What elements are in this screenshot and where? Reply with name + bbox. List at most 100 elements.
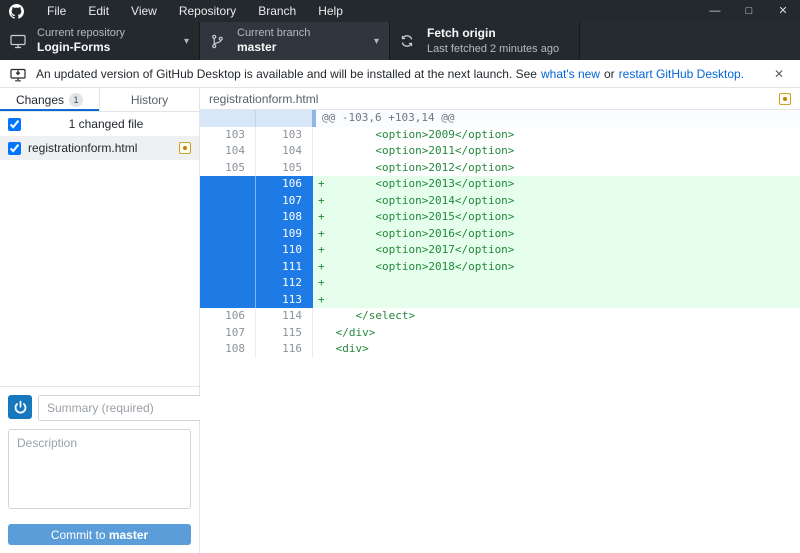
diff-marker: + xyxy=(318,259,325,273)
description-input[interactable] xyxy=(8,429,191,509)
diff-line-added[interactable]: 110 + <option>2017</option> xyxy=(200,242,800,259)
old-line-number[interactable]: 106 xyxy=(200,308,256,325)
modified-status-icon xyxy=(779,92,791,105)
menu-view[interactable]: View xyxy=(120,0,168,22)
menu-help[interactable]: Help xyxy=(307,0,354,22)
tab-label: Changes xyxy=(15,92,65,107)
code-cell: </select> xyxy=(312,308,800,325)
diff-line-added[interactable]: 112 + xyxy=(200,275,800,292)
code-cell: + <option>2018</option> xyxy=(312,258,800,275)
menu-edit[interactable]: Edit xyxy=(77,0,120,22)
code-text: <option>2017</option> xyxy=(329,243,515,256)
old-line-number[interactable] xyxy=(200,192,256,209)
old-line-number[interactable]: 103 xyxy=(200,126,256,143)
diff-line-context[interactable]: 105 105 <option>2012</option> xyxy=(200,159,800,177)
banner-conjunction: or xyxy=(603,66,615,81)
new-line-number[interactable]: 110 xyxy=(256,242,312,259)
banner-message: An updated version of GitHub Desktop is … xyxy=(36,66,537,81)
menu-file[interactable]: File xyxy=(36,0,77,22)
close-button[interactable]: ✕ xyxy=(766,0,800,22)
diff-line-added[interactable]: 108 + <option>2015</option> xyxy=(200,209,800,226)
window-controls: — □ ✕ xyxy=(698,0,800,22)
new-line-number[interactable]: 105 xyxy=(256,160,312,177)
new-line-number[interactable]: 111 xyxy=(256,258,312,275)
diff-line-added[interactable]: 113 + xyxy=(200,291,800,308)
old-line-number[interactable]: 108 xyxy=(200,341,256,358)
new-line-number[interactable]: 106 xyxy=(256,176,312,193)
new-line-number[interactable]: 115 xyxy=(256,325,312,342)
changed-file-row[interactable]: registrationform.html xyxy=(0,136,199,160)
toolbar-filler xyxy=(580,22,800,60)
diff-line-context[interactable]: 108 116 <div> xyxy=(200,341,800,358)
tab-history[interactable]: History xyxy=(100,88,199,111)
old-line-number[interactable] xyxy=(200,291,256,308)
new-line-number[interactable]: 107 xyxy=(256,192,312,209)
code-cell: + <option>2013</option> xyxy=(312,176,800,193)
old-line-number[interactable] xyxy=(200,225,256,242)
diff-line-added[interactable]: 106 + <option>2013</option> xyxy=(200,176,800,193)
old-line-number[interactable]: 105 xyxy=(200,159,256,176)
code-cell: + <option>2017</option> xyxy=(312,242,800,259)
current-branch-button[interactable]: Current branch master ▾ xyxy=(200,22,390,60)
code-text: <option>2011</option> xyxy=(329,144,515,157)
diff-line-context[interactable]: 107 115 </div> xyxy=(200,324,800,342)
code-text: <div> xyxy=(329,342,369,355)
new-line-number[interactable]: 116 xyxy=(256,341,312,358)
current-repository-button[interactable]: Current repository Login-Forms ▾ xyxy=(0,22,200,60)
chevron-down-icon: ▾ xyxy=(183,35,189,47)
new-line-number[interactable]: 108 xyxy=(256,209,312,226)
new-line-number[interactable]: 114 xyxy=(256,308,312,325)
summary-input[interactable] xyxy=(38,395,211,421)
code-cell: + <option>2015</option> xyxy=(312,209,800,226)
sync-icon xyxy=(400,34,418,48)
old-line-number[interactable]: 107 xyxy=(200,324,256,341)
new-line-number[interactable]: 104 xyxy=(256,143,312,160)
old-line-number[interactable] xyxy=(200,275,256,292)
code-text: <option>2014</option> xyxy=(329,193,515,207)
code-text: <option>2018</option> xyxy=(329,259,515,273)
sidebar-tabs: Changes 1 History xyxy=(0,88,199,112)
git-branch-icon xyxy=(210,34,228,49)
fetch-origin-button[interactable]: Fetch origin Last fetched 2 minutes ago xyxy=(390,22,580,60)
select-all-checkbox[interactable] xyxy=(8,117,21,131)
diff-line-context[interactable]: 106 114 </select> xyxy=(200,308,800,325)
tab-changes[interactable]: Changes 1 xyxy=(0,88,100,111)
new-line-number[interactable]: 109 xyxy=(256,225,312,242)
menu-branch[interactable]: Branch xyxy=(247,0,307,22)
commit-form: Commit to master xyxy=(0,386,211,553)
commit-button[interactable]: Commit to master xyxy=(8,524,191,545)
old-line-number[interactable]: 104 xyxy=(200,143,256,160)
old-line-number[interactable] xyxy=(200,110,256,127)
diff-line-added[interactable]: 107 + <option>2014</option> xyxy=(200,192,800,209)
minimize-button[interactable]: — xyxy=(698,0,732,22)
old-line-number[interactable] xyxy=(200,258,256,275)
banner-close-icon[interactable]: ✕ xyxy=(768,67,790,81)
new-line-number[interactable]: 112 xyxy=(256,275,312,292)
file-include-checkbox[interactable] xyxy=(8,141,21,155)
diff-line-added[interactable]: 111 + <option>2018</option> xyxy=(200,258,800,275)
diff-line-context[interactable]: 104 104 <option>2011</option> xyxy=(200,143,800,160)
old-line-number[interactable] xyxy=(200,176,256,193)
menu-bar: File Edit View Repository Branch Help xyxy=(36,0,354,22)
maximize-button[interactable]: □ xyxy=(732,0,766,22)
code-text: </div> xyxy=(329,325,376,339)
changed-files-row[interactable]: 1 changed file xyxy=(0,112,199,136)
whats-new-link[interactable]: what's new xyxy=(541,67,600,81)
restart-link[interactable]: restart GitHub Desktop. xyxy=(619,67,744,81)
code-cell: + xyxy=(312,291,800,308)
diff-empty-space xyxy=(200,357,800,553)
old-line-number[interactable] xyxy=(200,209,256,226)
new-line-number[interactable]: 113 xyxy=(256,291,312,308)
diff-panel: registrationform.html @@ -103,6 +103,14 … xyxy=(200,88,800,553)
old-line-number[interactable] xyxy=(200,242,256,259)
diff-view: @@ -103,6 +103,14 @@ 103 103 <option>2009<… xyxy=(200,110,800,358)
code-cell: <option>2012</option> xyxy=(312,159,800,176)
diff-line-context[interactable]: 103 103 <option>2009</option> xyxy=(200,126,800,144)
new-line-number[interactable] xyxy=(256,110,312,127)
changed-files-label: 1 changed file xyxy=(68,117,144,131)
new-line-number[interactable]: 103 xyxy=(256,127,312,144)
menu-repository[interactable]: Repository xyxy=(168,0,247,22)
changed-file-list: registrationform.html xyxy=(0,136,199,160)
diff-line-added[interactable]: 109 + <option>2016</option> xyxy=(200,225,800,242)
branch-name: master xyxy=(237,40,277,55)
